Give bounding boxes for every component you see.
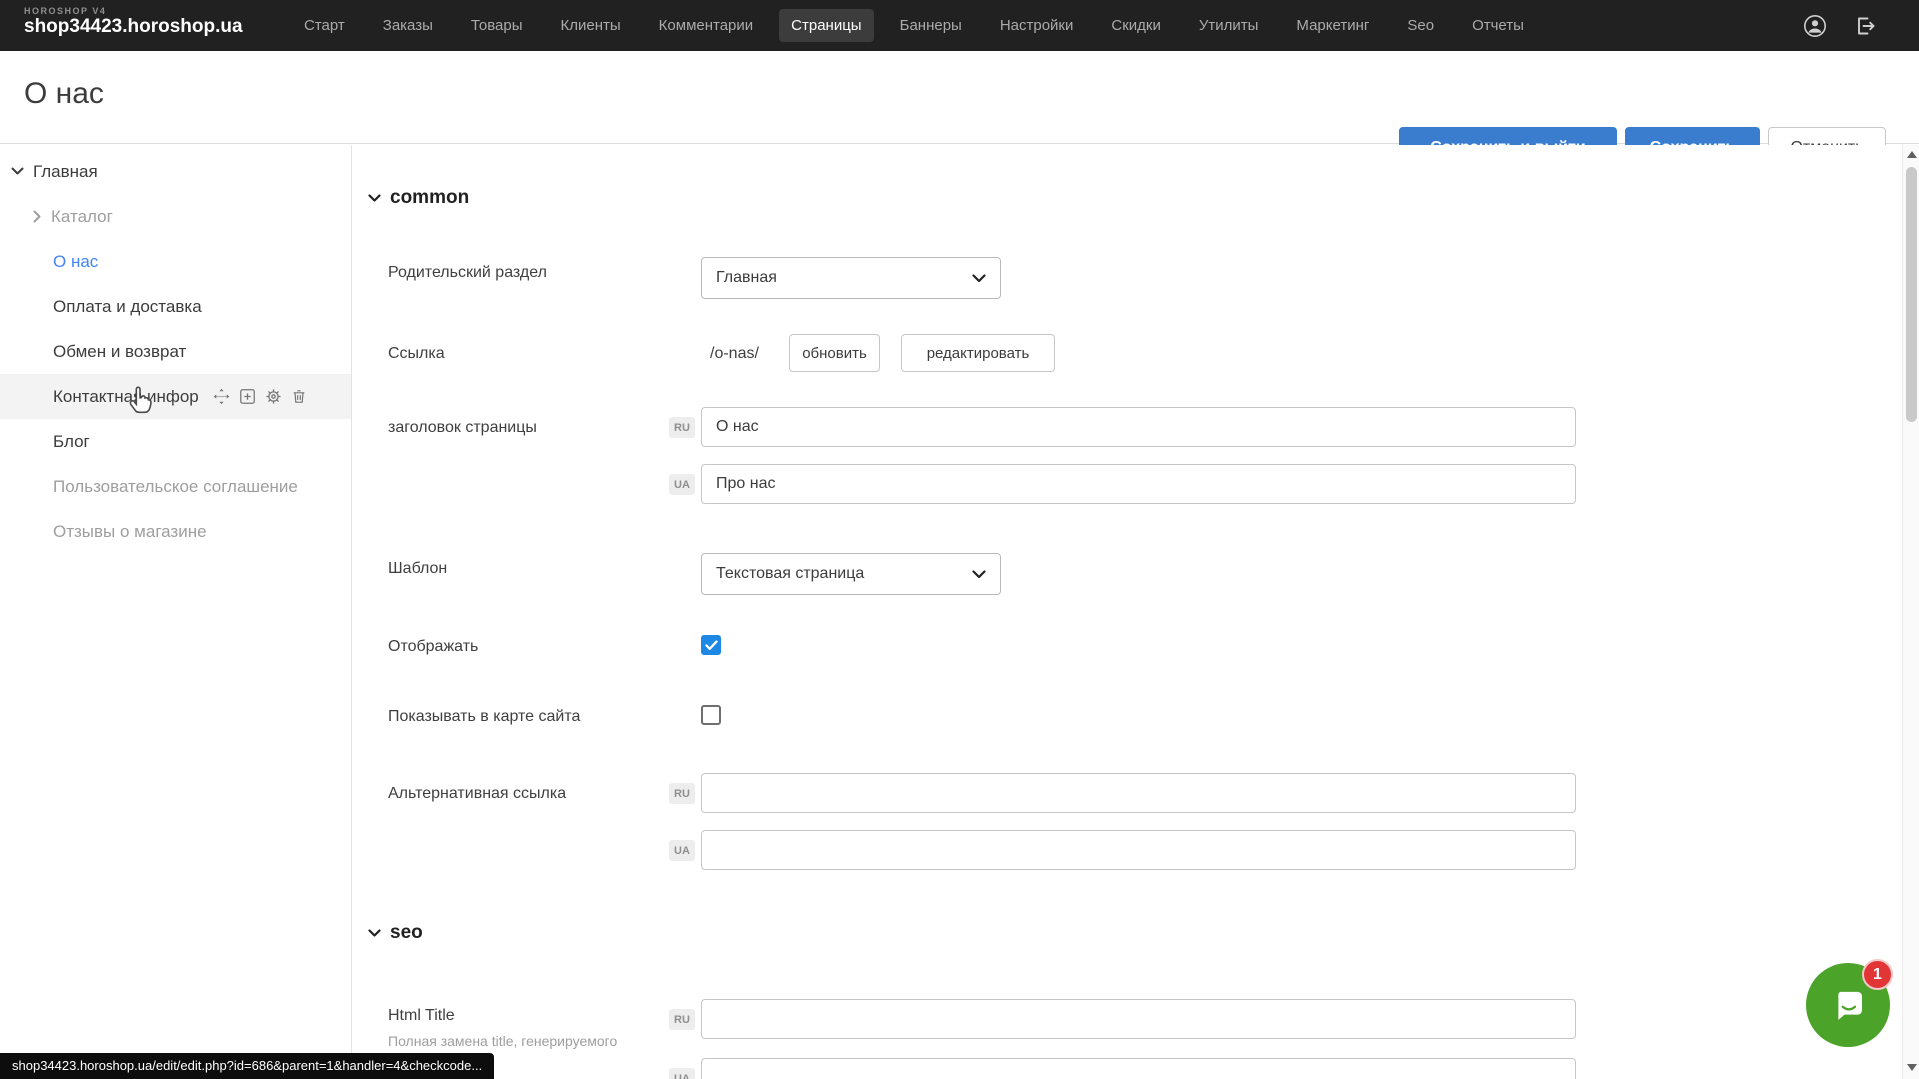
menu-item-orders[interactable]: Заказы [371,9,445,42]
tree-item-label: Главная [33,162,98,182]
tree-item-glavnaya[interactable]: Главная [0,149,351,194]
page-title-field-label: заголовок страницы [388,419,537,437]
html-title-ru-input[interactable] [701,999,1576,1039]
logo-domain-label: shop34423.horoshop.ua [24,17,243,38]
tree-item-polzovatelskoe-soglashenie[interactable]: Пользовательское соглашение [0,464,351,509]
chevron-down-icon [972,274,986,283]
topbar-right-icons [1803,0,1877,51]
link-label: Ссылка [388,345,445,363]
tree-item-label: Пользовательское соглашение [53,477,298,497]
settings-gear-icon[interactable] [265,388,282,405]
chevron-down-icon [368,929,381,938]
tree-item-otzyvy-o-magazine[interactable]: Отзывы о магазине [0,509,351,554]
alt-link-ua-input[interactable] [701,830,1576,870]
tree-item-kontaktnaya-infor[interactable]: Контактная инфор [0,374,351,419]
menu-item-marketing[interactable]: Маркетинг [1284,9,1381,42]
tree-item-label: Отзывы о магазине [53,522,207,542]
display-label: Отображать [388,638,478,656]
html-title-label: Html Title [388,1007,455,1025]
page-header: О нас Сохранить и выйти Сохранить Отмени… [0,51,1919,144]
page-title: О нас [24,77,104,111]
chevron-down-icon[interactable] [11,167,24,176]
vertical-scrollbar[interactable] [1902,145,1919,1079]
menu-item-seo[interactable]: Seo [1395,9,1446,42]
lang-ru-badge: RU [669,783,695,804]
menu-item-start[interactable]: Старт [292,9,357,42]
lang-ua-badge: UA [669,1068,695,1079]
page-title-ua-input[interactable] [701,464,1576,504]
page-edit-form: common Родительский раздел Главная Ссылк… [352,145,1902,1079]
alt-link-ru-input[interactable] [701,773,1576,813]
sitemap-checkbox[interactable] [701,705,721,725]
display-checkbox[interactable] [701,635,721,655]
link-refresh-button[interactable]: обновить [789,334,880,372]
user-account-icon[interactable] [1803,14,1827,38]
lang-ru-badge: RU [669,417,695,438]
chat-unread-badge: 1 [1862,959,1893,990]
menu-item-discounts[interactable]: Скидки [1099,9,1172,42]
menu-item-clients[interactable]: Клиенты [549,9,633,42]
menu-item-settings[interactable]: Настройки [988,9,1086,42]
parent-section-select[interactable]: Главная [701,257,1001,299]
tree-row-actions [213,388,307,405]
move-icon[interactable] [213,388,230,405]
pages-tree-sidebar: Главная Каталог О нас Оплата и доставка … [0,145,352,1079]
tree-item-label: Оплата и доставка [53,297,202,317]
checkmark-icon [705,640,718,651]
link-edit-button[interactable]: редактировать [901,334,1055,372]
section-seo-title: seo [390,922,423,944]
tree-item-obmen-i-vozvrat[interactable]: Обмен и возврат [0,329,351,374]
lang-ua-badge: UA [669,840,695,861]
html-title-hint: Полная замена title, генерируемого [388,1033,617,1049]
template-label: Шаблон [388,560,447,578]
tree-item-label: Контактная инфор [53,387,199,407]
chat-widget-button[interactable]: 1 [1806,963,1890,1047]
tree-item-label: Блог [53,432,90,452]
scroll-down-arrow-icon[interactable] [1907,1064,1917,1071]
top-menu: Старт Заказы Товары Клиенты Комментарии … [292,0,1536,51]
menu-item-products[interactable]: Товары [459,9,535,42]
page-title-ru-input[interactable] [701,407,1576,447]
section-seo-header[interactable]: seo [368,922,423,944]
template-select[interactable]: Текстовая страница [701,553,1001,595]
tree-item-oplata-i-dostavka[interactable]: Оплата и доставка [0,284,351,329]
menu-item-comments[interactable]: Комментарии [647,9,765,42]
tree-item-blog[interactable]: Блог [0,419,351,464]
chevron-right-icon[interactable] [33,210,42,223]
scrollbar-thumb[interactable] [1906,167,1917,422]
scroll-up-arrow-icon[interactable] [1907,151,1917,158]
status-url-tooltip: shop34423.horoshop.ua/edit/edit.php?id=6… [0,1053,494,1079]
tree-item-katalog[interactable]: Каталог [0,194,351,239]
chat-bubble-icon [1827,984,1869,1026]
chevron-down-icon [972,570,986,579]
shop-logo[interactable]: HOROSHOP V4 shop34423.horoshop.ua [24,7,243,38]
lang-ru-badge: RU [669,1009,695,1030]
parent-section-value: Главная [716,269,777,287]
page-root: HOROSHOP V4 shop34423.horoshop.ua Старт … [0,0,1919,1079]
delete-trash-icon[interactable] [291,388,307,405]
parent-section-label: Родительский раздел [388,264,547,282]
tree-item-label: О нас [53,252,98,272]
menu-item-pages[interactable]: Страницы [779,9,873,42]
tree-item-label: Обмен и возврат [53,342,186,362]
menu-item-utilities[interactable]: Утилиты [1187,9,1271,42]
chevron-down-icon [368,194,381,203]
section-common-title: common [390,187,469,209]
sitemap-label: Показывать в карте сайта [388,708,580,726]
top-navigation-bar: HOROSHOP V4 shop34423.horoshop.ua Старт … [0,0,1919,51]
menu-item-banners[interactable]: Баннеры [888,9,974,42]
tree-item-label: Каталог [51,207,113,227]
add-icon[interactable] [239,388,256,405]
tree-item-o-nas[interactable]: О нас [0,239,351,284]
menu-item-reports[interactable]: Отчеты [1460,9,1536,42]
logout-icon[interactable] [1853,14,1877,38]
alt-link-label: Альтернативная ссылка [388,785,566,803]
lang-ua-badge: UA [669,474,695,495]
template-value: Текстовая страница [716,565,864,583]
section-common-header[interactable]: common [368,187,469,209]
html-title-ua-input[interactable] [701,1058,1576,1079]
link-path-value: /o-nas/ [710,345,759,363]
